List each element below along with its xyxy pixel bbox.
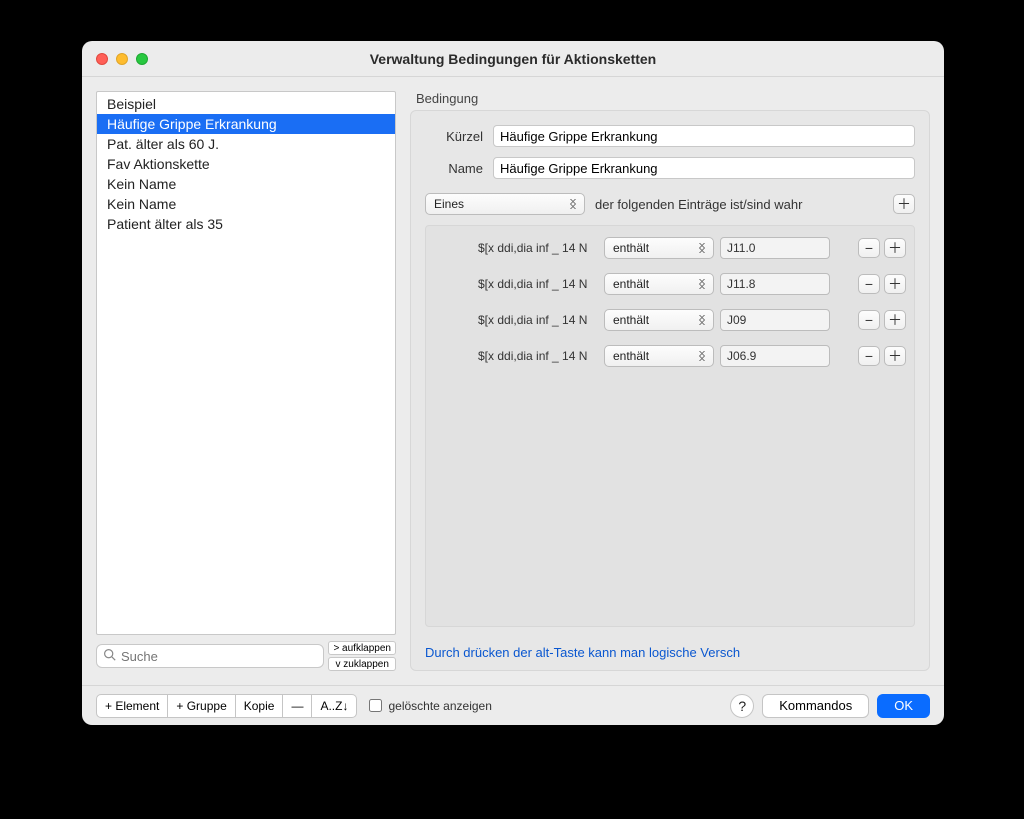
left-column: BeispielHäufige Grippe ErkrankungPat. äl… — [96, 91, 396, 671]
add-rule-button[interactable]: ＋ — [884, 310, 906, 330]
show-deleted-label: gelöschte anzeigen — [388, 699, 491, 713]
kuerzel-label: Kürzel — [425, 129, 483, 144]
rule-value-field[interactable] — [720, 273, 830, 295]
rule-value-field[interactable] — [720, 237, 830, 259]
list-item[interactable]: Patient älter als 35 — [97, 214, 395, 234]
sort-button[interactable]: A..Z↓ — [312, 694, 357, 718]
kuerzel-row: Kürzel — [425, 125, 915, 147]
operator-select[interactable]: enthält — [604, 345, 714, 367]
list-item[interactable]: Beispiel — [97, 94, 395, 114]
remove-rule-button[interactable]: − — [858, 346, 880, 366]
help-button[interactable]: ? — [730, 694, 754, 718]
remove-button[interactable]: — — [283, 694, 312, 718]
expand-all-button[interactable]: > aufklappen — [328, 641, 396, 655]
rule-value-field[interactable] — [720, 345, 830, 367]
footer: + Element + Gruppe Kopie — A..Z↓ gelösch… — [82, 685, 944, 725]
name-field[interactable] — [493, 157, 915, 179]
copy-button[interactable]: Kopie — [236, 694, 284, 718]
list-item[interactable]: Kein Name — [97, 194, 395, 214]
add-rule-button[interactable]: ＋ — [884, 274, 906, 294]
add-element-button[interactable]: + Element — [96, 694, 168, 718]
rule-row: $[x ddi,dia inf _ 14 N enthält −＋ — [426, 266, 914, 302]
rule-placeholder: $[x ddi,dia inf _ 14 N — [478, 349, 598, 363]
show-deleted-input[interactable] — [369, 699, 382, 712]
list-item[interactable]: Pat. älter als 60 J. — [97, 134, 395, 154]
collapse-all-button[interactable]: v zuklappen — [328, 657, 396, 671]
titlebar: Verwaltung Bedingungen für Aktionsketten — [82, 41, 944, 77]
list-item[interactable]: Häufige Grippe Erkrankung — [97, 114, 395, 134]
rule-placeholder: $[x ddi,dia inf _ 14 N — [478, 241, 598, 255]
add-rule-button[interactable]: ＋ — [884, 346, 906, 366]
remove-rule-button[interactable]: − — [858, 238, 880, 258]
search-input[interactable] — [121, 649, 317, 664]
list-item[interactable]: Fav Aktionskette — [97, 154, 395, 174]
add-rule-button[interactable]: ＋ — [884, 238, 906, 258]
quantifier-row: Eines der folgenden Einträge ist/sind wa… — [425, 193, 915, 215]
condition-group: Kürzel Name Eines der folgenden Einträge… — [410, 110, 930, 671]
rules-area: $[x ddi,dia inf _ 14 Nenthält−＋$[x ddi,d… — [425, 225, 915, 627]
quantifier-select[interactable]: Eines — [425, 193, 585, 215]
window-body: BeispielHäufige Grippe ErkrankungPat. äl… — [82, 77, 944, 685]
condition-list[interactable]: BeispielHäufige Grippe ErkrankungPat. äl… — [96, 91, 396, 635]
kuerzel-field[interactable] — [493, 125, 915, 147]
ok-button[interactable]: OK — [877, 694, 930, 718]
rule-value-field[interactable] — [720, 309, 830, 331]
add-rule-button[interactable]: ＋ — [893, 194, 915, 214]
list-item[interactable]: Kein Name — [97, 174, 395, 194]
name-row: Name — [425, 157, 915, 179]
search-row: > aufklappen v zuklappen — [96, 641, 396, 671]
name-label: Name — [425, 161, 483, 176]
commands-button[interactable]: Kommandos — [762, 694, 869, 718]
quantifier-text: der folgenden Einträge ist/sind wahr — [595, 197, 883, 212]
operator-select[interactable]: enthält — [604, 309, 714, 331]
window: Verwaltung Bedingungen für Aktionsketten… — [82, 41, 944, 725]
operator-select[interactable]: enthält — [604, 237, 714, 259]
rule-row: $[x ddi,dia inf _ 14 N enthält −＋ — [426, 230, 914, 266]
fold-buttons: > aufklappen v zuklappen — [328, 641, 396, 671]
search-icon — [103, 648, 116, 664]
group-label: Bedingung — [416, 91, 930, 106]
quantifier-value: Eines — [434, 197, 464, 211]
show-deleted-checkbox[interactable]: gelöschte anzeigen — [369, 699, 491, 713]
operator-select[interactable]: enthält — [604, 273, 714, 295]
search-box[interactable] — [96, 644, 324, 668]
rule-row: $[x ddi,dia inf _ 14 N enthält −＋ — [426, 338, 914, 374]
remove-rule-button[interactable]: − — [858, 274, 880, 294]
right-column: Bedingung Kürzel Name Eines der folgende… — [410, 91, 930, 671]
rule-placeholder: $[x ddi,dia inf _ 14 N — [478, 277, 598, 291]
rule-placeholder: $[x ddi,dia inf _ 14 N — [478, 313, 598, 327]
add-group-button[interactable]: + Gruppe — [168, 694, 235, 718]
window-title: Verwaltung Bedingungen für Aktionsketten — [82, 51, 944, 67]
toolbar-segment: + Element + Gruppe Kopie — A..Z↓ — [96, 694, 357, 718]
remove-rule-button[interactable]: − — [858, 310, 880, 330]
hint-text: Durch drücken der alt-Taste kann man log… — [425, 645, 915, 660]
rule-row: $[x ddi,dia inf _ 14 N enthält −＋ — [426, 302, 914, 338]
